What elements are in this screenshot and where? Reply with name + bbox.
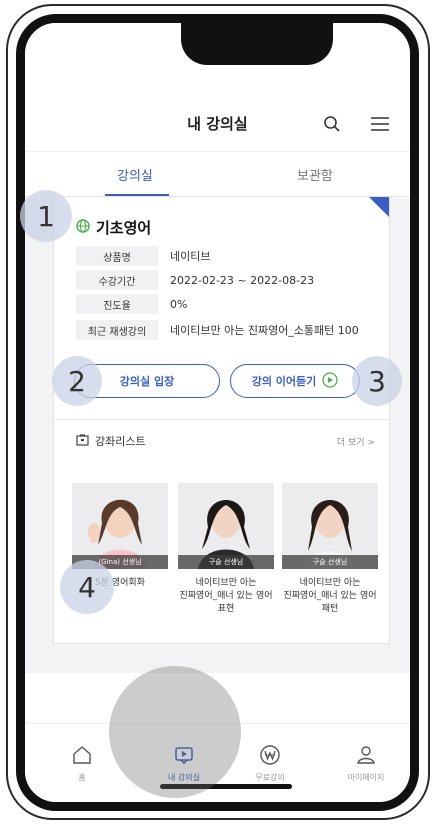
tab-lecture-room[interactable]: 강의실: [117, 165, 153, 184]
card-title: 기초영어: [96, 219, 152, 237]
tab-bar: 강의실 보관함: [25, 151, 410, 197]
course-title-line: 네이티브만 아는: [299, 578, 361, 588]
marker-3: 3: [352, 356, 402, 406]
course-thumbnail: 구슬 선생님: [178, 483, 274, 569]
marker-2: 2: [52, 356, 102, 406]
nav-label-home: 홈: [78, 773, 86, 782]
nav-label-my-page: 마이페이지: [347, 773, 385, 782]
phone-notch: [181, 23, 333, 65]
info-row-period: 수강기간 2022-02-23 ~ 2022-08-23: [76, 269, 314, 291]
header: 내 강의실: [25, 107, 410, 143]
course-title-line: 진짜영어_매너 있는 영어: [179, 591, 273, 601]
course-title-line: 진짜영어_매너 있는 영어: [283, 591, 377, 601]
home-icon: [47, 744, 117, 766]
won-icon: [235, 744, 305, 766]
tab-archive[interactable]: 보관함: [297, 165, 333, 184]
course-title-line: 표현: [217, 604, 235, 614]
info-row-recent: 최근 재생강의 네이티브만 아는 진짜영어_소통패턴 100: [76, 319, 359, 341]
search-icon[interactable]: [317, 109, 347, 139]
nav-home[interactable]: 홈: [47, 744, 117, 783]
teacher-name: 구슬 선생님: [282, 555, 378, 569]
course-title-line: 네이티브만 아는: [195, 578, 257, 588]
divider: [54, 419, 391, 420]
globe-icon: [76, 218, 90, 237]
card-title-row: 기초영어: [76, 217, 151, 238]
course-title: 네이티브만 아는 진짜영어_매너 있는 영어 표현: [178, 577, 274, 616]
nav-my-page[interactable]: 마이페이지: [331, 744, 401, 783]
course-title: 네이티브만 아는 진짜영어_매너 있는 영어 패턴: [282, 577, 378, 616]
person-icon: [331, 744, 401, 766]
page-title: 내 강의실: [187, 115, 248, 133]
resume-button-label: 강의 이어듣기: [251, 375, 317, 388]
corner-flag: [369, 197, 389, 217]
info-label: 진도율: [76, 294, 158, 314]
more-link[interactable]: 더 보기 >: [337, 435, 375, 448]
nav-label-free-lectures: 무료강의: [255, 773, 285, 782]
marker-1: 1: [20, 190, 72, 242]
info-label: 최근 재생강의: [76, 320, 158, 340]
menu-icon[interactable]: [365, 109, 395, 139]
course-thumbnail: (Gina) 선생님: [72, 483, 168, 569]
play-icon: [322, 371, 338, 391]
marker-4: 4: [60, 560, 114, 614]
course-item[interactable]: 구슬 선생님 네이티브만 아는 진짜영어_매너 있는 영어 표현: [178, 483, 274, 616]
nav-free-lectures[interactable]: 무료강의: [235, 744, 305, 783]
course-thumbnail: 구슬 선생님: [282, 483, 378, 569]
resume-lecture-button[interactable]: 강의 이어듣기: [230, 364, 360, 398]
info-row-product: 상품명 네이티브: [76, 245, 210, 267]
folder-icon: [76, 433, 89, 449]
course-title-line: 패턴: [321, 604, 339, 614]
teacher-name: 구슬 선생님: [178, 555, 274, 569]
info-label: 수강기간: [76, 270, 158, 290]
info-value: 0%: [170, 297, 188, 311]
enter-button-label: 강의실 입장: [119, 375, 175, 388]
course-list-header: 강좌리스트: [76, 433, 146, 449]
tap-highlight: [109, 666, 241, 798]
course-list: (Gina) 선생님 5분 영어회화 구슬 선생님 네이티브만 아는 진짜영어_…: [72, 483, 384, 633]
info-value: 2022-02-23 ~ 2022-08-23: [170, 273, 315, 287]
info-value: 네이티브만 아는 진짜영어_소통패턴 100: [170, 324, 359, 337]
info-row-progress: 진도율 0%: [76, 293, 187, 315]
course-item[interactable]: 구슬 선생님 네이티브만 아는 진짜영어_매너 있는 영어 패턴: [282, 483, 378, 616]
info-value: 네이티브: [170, 250, 211, 263]
section-title: 강좌리스트: [95, 435, 146, 448]
info-label: 상품명: [76, 246, 158, 266]
